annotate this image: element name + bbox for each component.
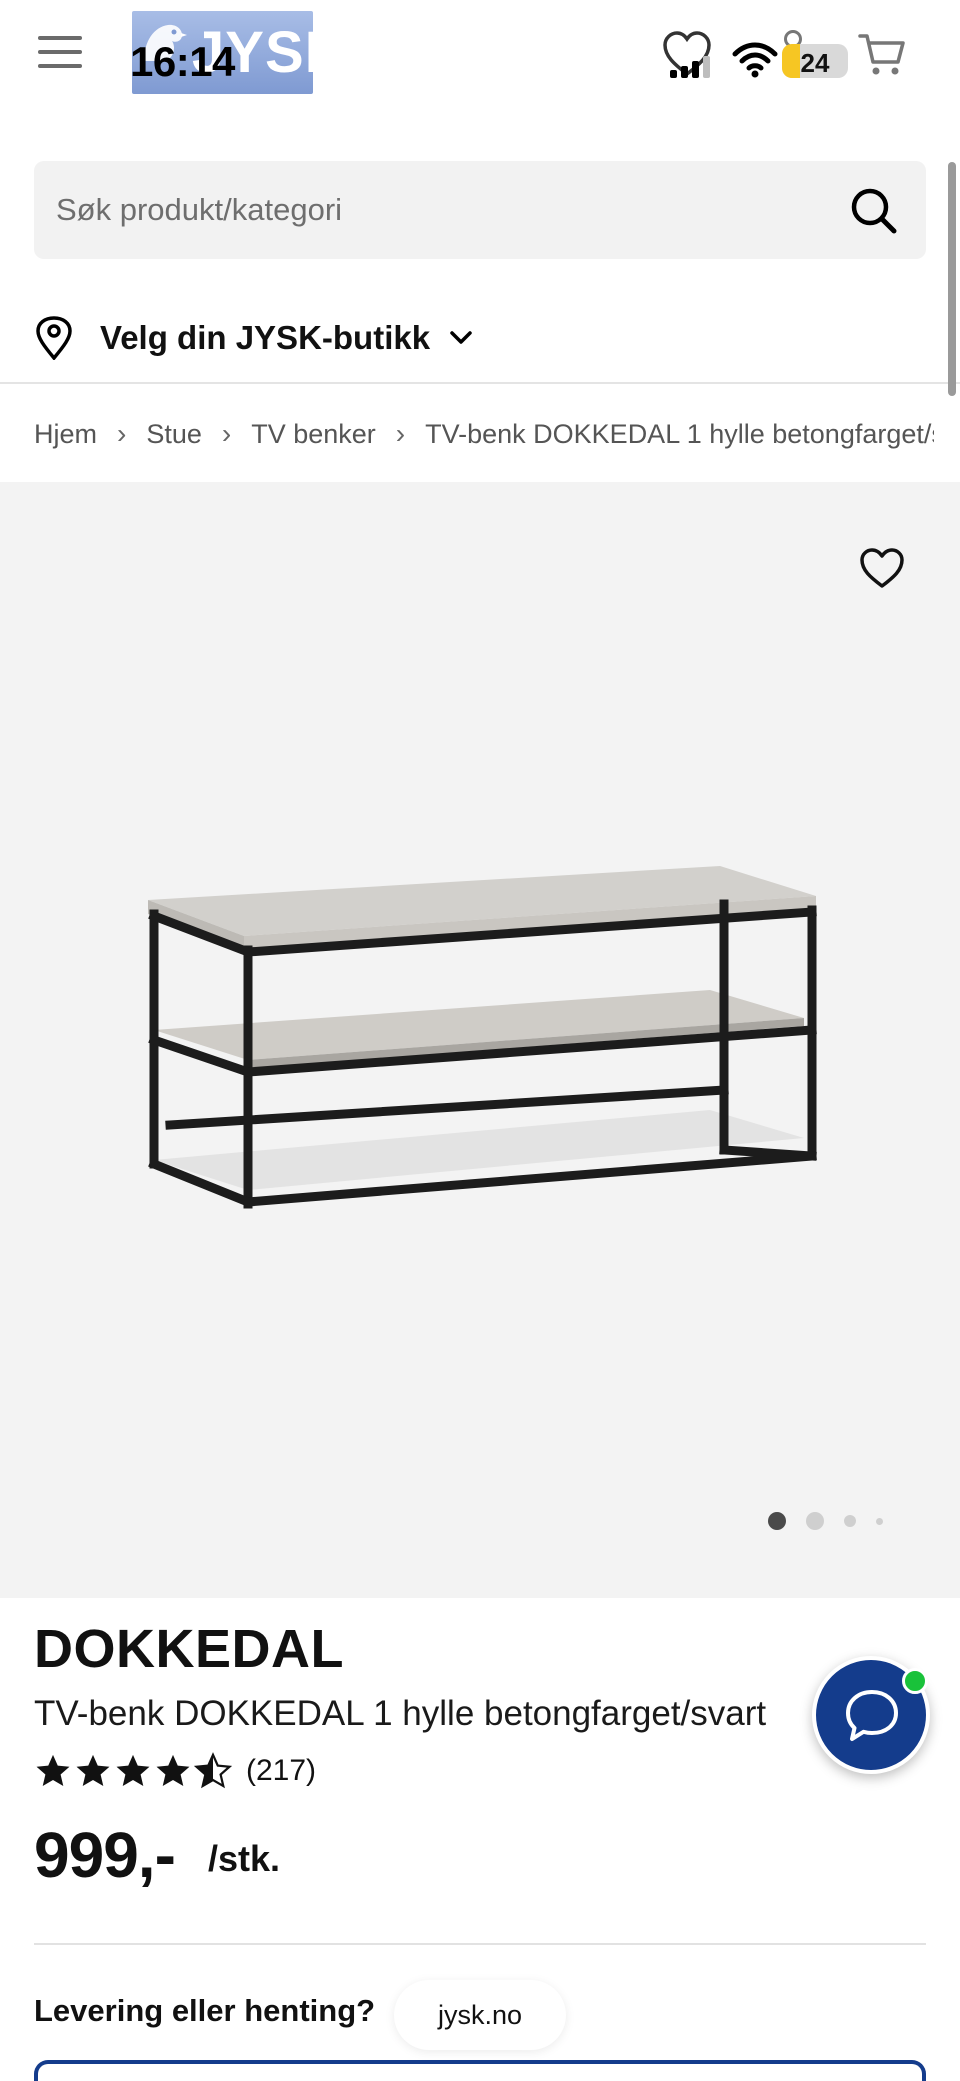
status-time: 16:14: [130, 38, 235, 85]
battery-level: 24: [800, 48, 830, 78]
online-status-badge: [902, 1668, 928, 1694]
product-title: TV-benk DOKKEDAL 1 hylle betongfarget/sv…: [34, 1694, 767, 1733]
chat-bubble-icon: [846, 1690, 898, 1741]
scrollbar[interactable]: [948, 162, 956, 396]
battery-indicator: 24: [782, 44, 848, 78]
divider: [34, 1943, 926, 1945]
search-bar: [34, 161, 926, 259]
gallery-dot[interactable]: [876, 1517, 883, 1525]
gallery-dot-active[interactable]: [768, 1512, 786, 1530]
gallery-pagination: [768, 1512, 883, 1530]
wifi-icon: [732, 42, 778, 78]
breadcrumb: Hjem › Stue › TV benker › TV-benk DOKKED…: [34, 412, 934, 456]
star-half-icon: [194, 1752, 232, 1789]
cart-icon[interactable]: [858, 32, 906, 78]
price-unit: /stk.: [208, 1838, 281, 1879]
product-image: [148, 866, 817, 1209]
cell-signal-icon: [670, 56, 710, 78]
store-selector-label: Velg din JYSK-butikk: [100, 319, 431, 356]
chevron-down-icon: [450, 331, 472, 344]
gallery-dot[interactable]: [844, 1515, 856, 1527]
breadcrumb-separator-icon: ›: [395, 418, 406, 449]
delivery-heading: Levering eller henting?: [34, 1993, 376, 2028]
breadcrumb-separator-icon: ›: [221, 418, 232, 449]
chat-button[interactable]: [812, 1656, 930, 1774]
search-icon[interactable]: [848, 185, 898, 235]
product-price: 999,-: [34, 1819, 176, 1891]
header-actions: 24: [662, 28, 932, 84]
review-count[interactable]: (217): [246, 1754, 316, 1788]
gallery-dot[interactable]: [806, 1512, 824, 1530]
search-input[interactable]: [56, 161, 816, 259]
add-to-wishlist-heart-icon[interactable]: [858, 546, 906, 590]
breadcrumb-item-current: TV-benk DOKKEDAL 1 hylle betongfarget/sv…: [425, 418, 934, 449]
breadcrumb-item-home[interactable]: Hjem: [34, 419, 97, 450]
delivery-option-box[interactable]: [34, 2060, 926, 2081]
star-full-icon: [36, 1754, 70, 1787]
menu-icon[interactable]: [38, 36, 82, 72]
product-rating[interactable]: (217): [34, 1752, 316, 1790]
location-pin-icon: [36, 316, 72, 360]
store-selector[interactable]: Velg din JYSK-butikk: [34, 310, 476, 366]
divider: [0, 382, 960, 384]
breadcrumb-item-living-room[interactable]: Stue: [146, 419, 202, 450]
rating-stars: [34, 1752, 232, 1790]
product-brand: DOKKEDAL: [34, 1619, 344, 1679]
browser-url-pill[interactable]: jysk.no: [394, 1980, 566, 2050]
star-full-icon: [116, 1754, 150, 1787]
star-full-icon: [76, 1754, 110, 1787]
site-header: JYSK 16:14 24: [0, 0, 960, 120]
breadcrumb-item-tv-benches[interactable]: TV benker: [251, 419, 376, 450]
breadcrumb-separator-icon: ›: [117, 418, 127, 449]
star-full-icon: [156, 1754, 190, 1787]
